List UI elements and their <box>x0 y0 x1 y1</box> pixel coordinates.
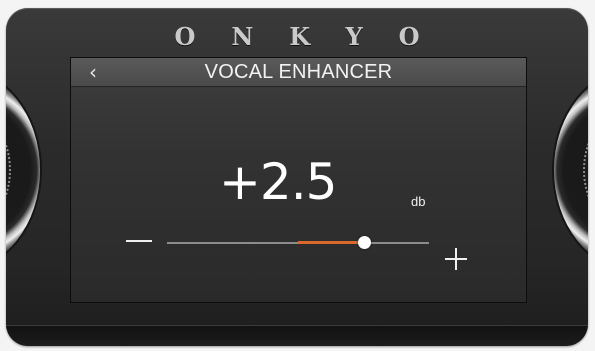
screen-title: VOCAL ENHANCER <box>204 61 393 83</box>
level-slider[interactable] <box>167 233 429 253</box>
decrease-button[interactable] <box>126 240 154 244</box>
slider-fill <box>298 241 364 244</box>
screen-header: ‹ VOCAL ENHANCER <box>71 58 526 87</box>
value-unit: db <box>411 194 426 209</box>
display-screen: ‹ VOCAL ENHANCER +2.5 db <box>70 57 527 303</box>
slider-thumb[interactable] <box>357 236 371 249</box>
left-volume-knob[interactable] <box>6 70 40 270</box>
device-bottom-edge <box>6 325 588 346</box>
right-volume-knob[interactable] <box>554 70 588 270</box>
brand-logo: ONKYO <box>174 22 456 51</box>
increase-button[interactable] <box>445 248 469 272</box>
receiver-front-panel: ONKYO ‹ VOCAL ENHANCER +2.5 db <box>6 8 588 346</box>
current-value: +2.5 <box>219 153 337 211</box>
